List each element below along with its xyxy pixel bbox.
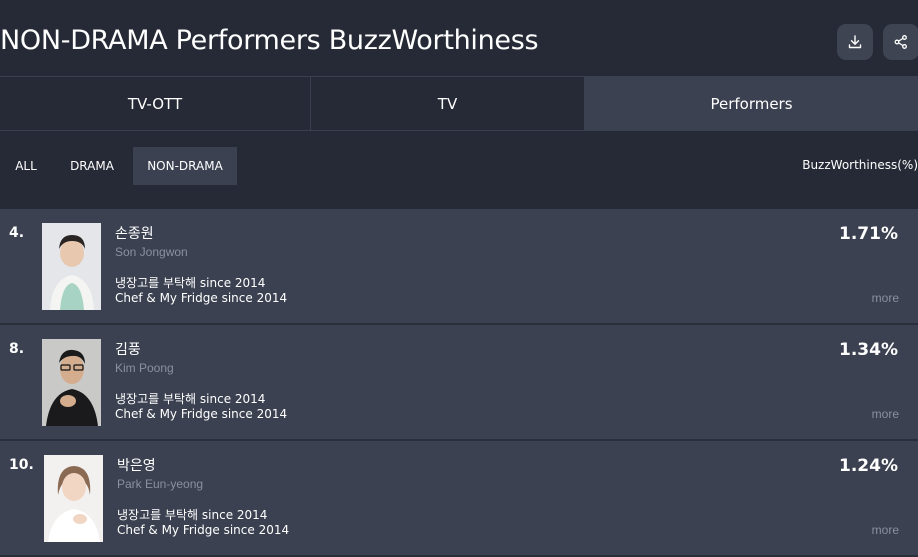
performer-english-name: Park Eun-yeong [117, 477, 204, 491]
rank: 10. [9, 457, 34, 473]
buzz-percent: 1.34% [839, 340, 898, 360]
metric-label: BuzzWorthiness(%) [802, 158, 918, 172]
page-header: NON-DRAMA Performers BuzzWorthiness [0, 0, 918, 77]
filter-non-drama[interactable]: NON-DRAMA [133, 147, 237, 185]
program-korean: 냉장고를 부탁해 since 2014 [117, 508, 268, 522]
more-link[interactable]: more [872, 407, 899, 421]
performer-row[interactable]: 10. 박은영 Park Eun-yeong 냉장고를 부탁해 since 20… [0, 441, 918, 557]
performer-photo-image [44, 455, 103, 542]
share-button[interactable] [883, 24, 918, 60]
performer-list: 4. 손종원 Son Jongwon 냉장고를 부탁해 since 2014 C… [0, 209, 918, 557]
performer-photo-image [42, 223, 101, 310]
more-link[interactable]: more [872, 523, 899, 537]
performer-photo [44, 455, 103, 542]
program-english: Chef & My Fridge since 2014 [115, 407, 288, 421]
filter-bar: ALL DRAMA NON-DRAMA BuzzWorthiness(%) [0, 131, 918, 209]
rank: 8. [9, 341, 25, 357]
tab-tv-ott[interactable]: TV-OTT [0, 77, 311, 130]
performer-english-name: Son Jongwon [115, 245, 188, 259]
rank: 4. [9, 225, 25, 241]
program-english: Chef & My Fridge since 2014 [117, 523, 290, 537]
page-title: NON-DRAMA Performers BuzzWorthiness [0, 25, 539, 56]
performer-name: 김풍 [115, 342, 141, 358]
program-english: Chef & My Fridge since 2014 [115, 291, 288, 305]
performer-name: 박은영 [117, 458, 156, 474]
tab-tv[interactable]: TV [311, 77, 585, 130]
download-icon [848, 35, 862, 49]
buzz-percent: 1.24% [839, 456, 898, 476]
performer-photo-image [42, 339, 101, 426]
performer-english-name: Kim Poong [115, 361, 174, 375]
tab-performers[interactable]: Performers [585, 77, 918, 130]
share-icon [894, 35, 907, 49]
performer-photo [42, 339, 101, 426]
download-button[interactable] [837, 24, 873, 60]
filter-drama[interactable]: DRAMA [56, 147, 128, 185]
category-tabs: TV-OTT TV Performers [0, 76, 918, 131]
performer-row[interactable]: 8. 김풍 Kim Poong 냉장고를 부탁해 since 2014 Chef… [0, 325, 918, 441]
buzz-percent: 1.71% [839, 224, 898, 244]
program-korean: 냉장고를 부탁해 since 2014 [115, 276, 266, 290]
performer-photo [42, 223, 101, 310]
filter-all[interactable]: ALL [0, 147, 52, 185]
performer-name: 손종원 [115, 226, 154, 242]
performer-row[interactable]: 4. 손종원 Son Jongwon 냉장고를 부탁해 since 2014 C… [0, 209, 918, 325]
more-link[interactable]: more [872, 291, 899, 305]
program-korean: 냉장고를 부탁해 since 2014 [115, 392, 266, 406]
